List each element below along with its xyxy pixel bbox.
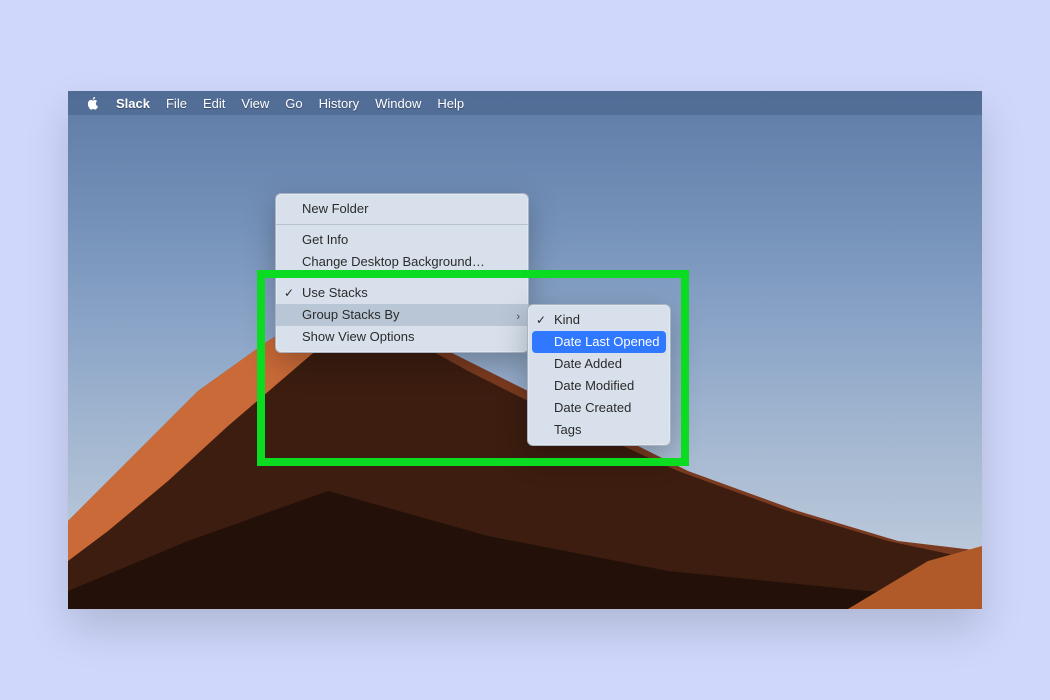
desktop-context-menu: New Folder Get Info Change Desktop Backg…	[275, 193, 529, 353]
menubar-app-name[interactable]: Slack	[116, 96, 150, 111]
menu-use-stacks[interactable]: ✓ Use Stacks	[276, 282, 528, 304]
group-stacks-by-submenu: ✓ Kind Date Last Opened Date Added Date …	[527, 304, 671, 446]
menubar: Slack File Edit View Go History Window H…	[68, 91, 982, 115]
menubar-go[interactable]: Go	[285, 96, 302, 111]
menu-item-label: Get Info	[302, 232, 348, 247]
submenu-tags[interactable]: Tags	[528, 419, 670, 441]
menu-separator	[276, 277, 528, 278]
menubar-view[interactable]: View	[241, 96, 269, 111]
menu-new-folder[interactable]: New Folder	[276, 198, 528, 220]
menu-item-label: Group Stacks By	[302, 307, 400, 322]
apple-icon[interactable]	[86, 96, 100, 110]
menu-item-label: Date Modified	[554, 378, 634, 393]
menubar-window[interactable]: Window	[375, 96, 421, 111]
check-icon: ✓	[284, 285, 294, 301]
chevron-right-icon: ›	[516, 309, 520, 325]
menu-show-view-options[interactable]: Show View Options	[276, 326, 528, 348]
menu-separator	[276, 224, 528, 225]
menubar-history[interactable]: History	[319, 96, 359, 111]
menu-item-label: Change Desktop Background…	[302, 254, 485, 269]
menubar-file[interactable]: File	[166, 96, 187, 111]
menu-item-label: New Folder	[302, 201, 368, 216]
menubar-help[interactable]: Help	[437, 96, 464, 111]
submenu-date-modified[interactable]: Date Modified	[528, 375, 670, 397]
submenu-kind[interactable]: ✓ Kind	[528, 309, 670, 331]
submenu-date-last-opened[interactable]: Date Last Opened	[532, 331, 666, 353]
submenu-date-added[interactable]: Date Added	[528, 353, 670, 375]
menu-item-label: Use Stacks	[302, 285, 368, 300]
menubar-edit[interactable]: Edit	[203, 96, 225, 111]
menu-item-label: Date Added	[554, 356, 622, 371]
menu-item-label: Date Last Opened	[554, 334, 660, 349]
menu-item-label: Date Created	[554, 400, 631, 415]
menu-group-stacks-by[interactable]: Group Stacks By ›	[276, 304, 528, 326]
check-icon: ✓	[536, 312, 546, 328]
menu-change-desktop-background[interactable]: Change Desktop Background…	[276, 251, 528, 273]
desktop-screenshot: Slack File Edit View Go History Window H…	[68, 91, 982, 609]
menu-item-label: Kind	[554, 312, 580, 327]
menu-item-label: Show View Options	[302, 329, 415, 344]
menu-get-info[interactable]: Get Info	[276, 229, 528, 251]
menu-item-label: Tags	[554, 422, 581, 437]
submenu-date-created[interactable]: Date Created	[528, 397, 670, 419]
